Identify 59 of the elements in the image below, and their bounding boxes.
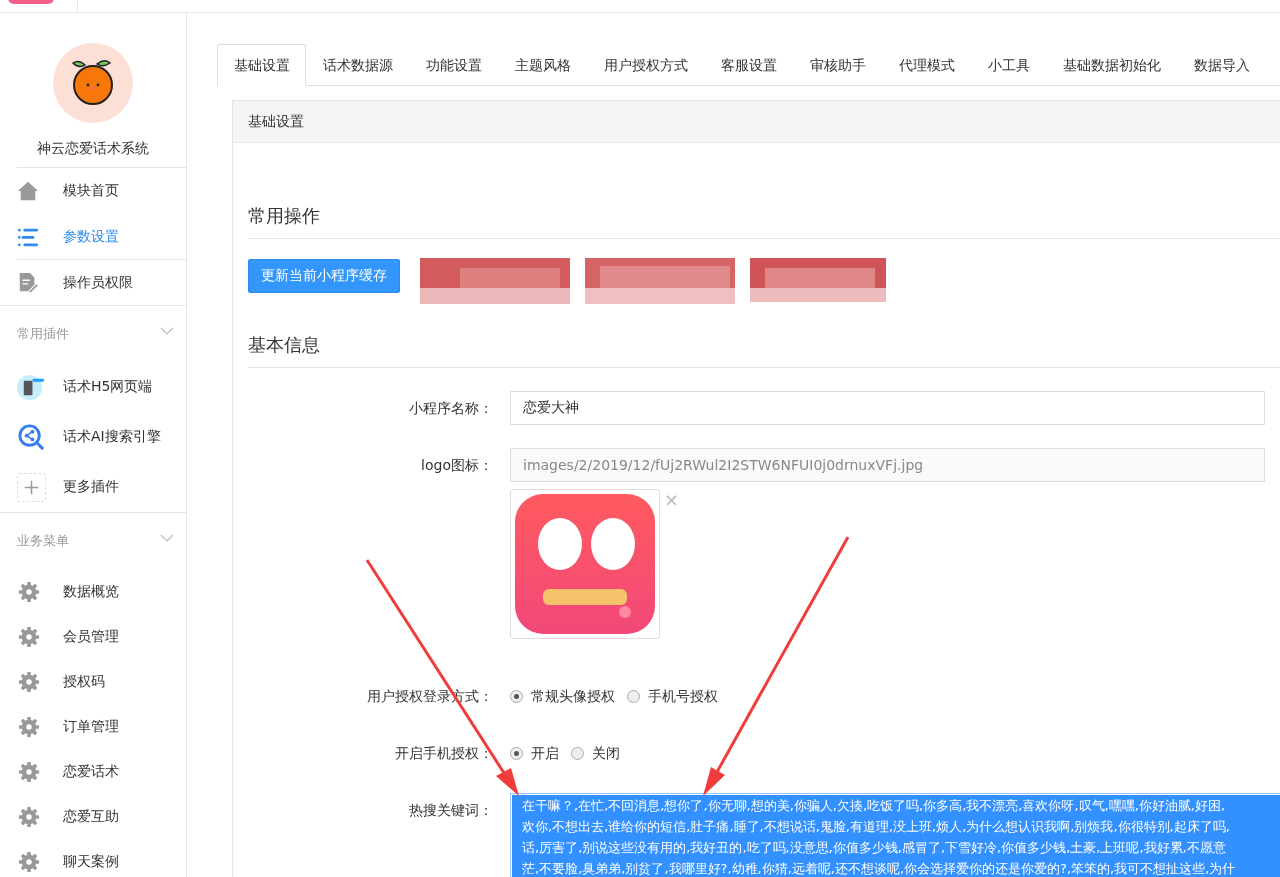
radio-button[interactable] xyxy=(510,689,523,703)
chevron-down-icon[interactable] xyxy=(160,327,174,335)
tab[interactable]: 数据导入 xyxy=(1177,44,1266,86)
nav-item[interactable]: 授权码 xyxy=(0,659,186,704)
settings-icon xyxy=(18,625,40,648)
phone-icon xyxy=(17,372,46,402)
settings-icon xyxy=(18,760,40,783)
tab[interactable]: 代理模式 xyxy=(882,44,971,86)
nav-item[interactable]: 恋爱互助 xyxy=(0,794,186,839)
tab[interactable]: 基础设置 xyxy=(217,44,306,86)
section-title: 常用操作 xyxy=(248,193,1280,239)
tab[interactable]: 审核助手 xyxy=(793,44,882,86)
chevron-down-icon[interactable] xyxy=(160,534,174,542)
fruit-avatar-icon xyxy=(53,43,133,123)
radio-button[interactable] xyxy=(571,746,584,760)
tab[interactable]: 客服设置 xyxy=(704,44,793,86)
radio-option[interactable]: 常规头像授权 xyxy=(510,679,615,713)
group-title: 业务菜单 xyxy=(17,532,69,550)
settings-icon xyxy=(18,805,40,828)
group-title: 常用插件 xyxy=(17,325,69,343)
nav-item[interactable]: 话术H5网页端 xyxy=(0,362,186,412)
nav-item[interactable]: 订单管理 xyxy=(0,704,186,749)
search-icon xyxy=(17,422,46,452)
settings-icon xyxy=(18,850,40,873)
add-icon xyxy=(17,472,46,502)
tab[interactable]: 功能设置 xyxy=(409,44,498,86)
tab[interactable]: 基础数据初始化 xyxy=(1046,44,1177,86)
radio-button[interactable] xyxy=(510,746,523,760)
nav-item[interactable]: 参数设置 xyxy=(17,213,186,259)
input-field[interactable]: 恋爱大神 xyxy=(510,391,1265,425)
section-title: 基本信息 xyxy=(248,323,1280,368)
nav-item[interactable]: 模块首页 xyxy=(17,167,186,213)
nav-item[interactable]: 数据概览 xyxy=(0,569,186,614)
radio-option[interactable]: 开启 xyxy=(510,736,559,770)
field-label: 开启手机授权： xyxy=(394,744,493,763)
settings-icon xyxy=(18,670,40,693)
nav-item[interactable]: 话术AI搜索引擎 xyxy=(0,412,186,462)
home-icon xyxy=(17,179,39,202)
nav-item[interactable]: 恋爱话术 xyxy=(0,749,186,794)
settings-icon xyxy=(18,580,40,603)
field-label: 热搜关键词： xyxy=(408,801,493,820)
tab[interactable]: 小工具 xyxy=(971,44,1046,86)
settings-icon xyxy=(18,715,40,738)
input-field[interactable]: images/2/2019/12/fUj2RWul2I2STW6NFUI0j0drnuxVFj.jpg xyxy=(510,448,1265,482)
app-title: 神云恋爱话术系统 xyxy=(37,140,149,158)
radio-button[interactable] xyxy=(627,689,640,703)
tab[interactable]: 主题风格 xyxy=(498,44,587,86)
tab[interactable]: 话术数据源 xyxy=(306,44,409,86)
document-icon xyxy=(17,271,39,294)
tab[interactable]: 用户授权方式 xyxy=(587,44,704,86)
nav-item[interactable]: 操作员权限 xyxy=(17,259,186,305)
nav-item[interactable]: 聊天案例 xyxy=(0,839,186,877)
radio-option[interactable]: 关闭 xyxy=(571,736,620,770)
nav-item[interactable]: 会员管理 xyxy=(0,614,186,659)
panel-title: 基础设置 xyxy=(248,112,304,131)
nav-item[interactable]: 更多插件 xyxy=(0,462,186,512)
field-label: logo图标： xyxy=(420,456,493,475)
radio-option[interactable]: 手机号授权 xyxy=(627,679,718,713)
field-label: 小程序名称： xyxy=(408,399,493,418)
